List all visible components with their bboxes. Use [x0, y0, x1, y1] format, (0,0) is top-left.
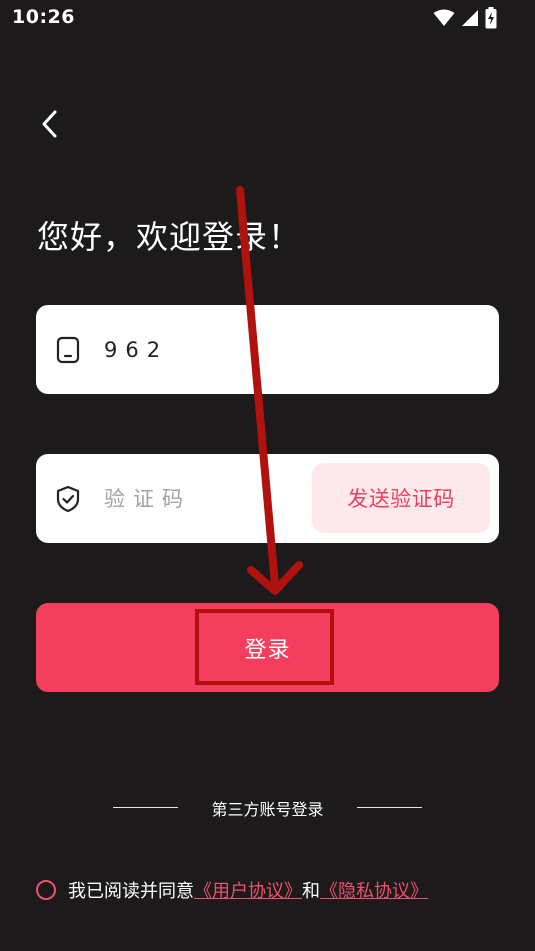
- battery-charging-icon: [485, 7, 497, 29]
- status-time: 10:26: [12, 6, 75, 28]
- status-icons: [433, 7, 497, 29]
- status-bar: 10:26: [0, 0, 535, 38]
- shield-check-icon: [54, 485, 82, 513]
- user-agreement-link[interactable]: 《用户协议》: [194, 877, 302, 903]
- divider-line-left: [113, 807, 178, 808]
- signal-icon: [462, 10, 478, 26]
- back-button[interactable]: [30, 104, 70, 144]
- phone-input[interactable]: [104, 333, 304, 367]
- agreement-text: 我已阅读并同意: [68, 881, 194, 902]
- agreement-checkbox[interactable]: [36, 880, 56, 900]
- privacy-agreement-link[interactable]: 《隐私协议》: [320, 877, 428, 903]
- login-button[interactable]: 登录: [36, 603, 499, 692]
- verification-code-input[interactable]: [104, 482, 294, 516]
- page-title: 您好，欢迎登录！: [37, 218, 302, 256]
- agreement-conjunction: 和: [302, 881, 320, 902]
- send-code-button[interactable]: 发送验证码: [312, 463, 490, 533]
- chevron-left-icon: [42, 110, 57, 138]
- phone-icon: [54, 336, 82, 364]
- divider-line-right: [357, 807, 422, 808]
- agreement-row: 我已阅读并同意 《用户协议》 和 《隐私协议》: [36, 876, 428, 904]
- login-button-label: 登录: [244, 637, 291, 663]
- third-party-login-divider: 第三方账号登录: [0, 796, 535, 820]
- wifi-icon: [433, 9, 455, 26]
- third-party-login-label: 第三方账号登录: [211, 800, 324, 819]
